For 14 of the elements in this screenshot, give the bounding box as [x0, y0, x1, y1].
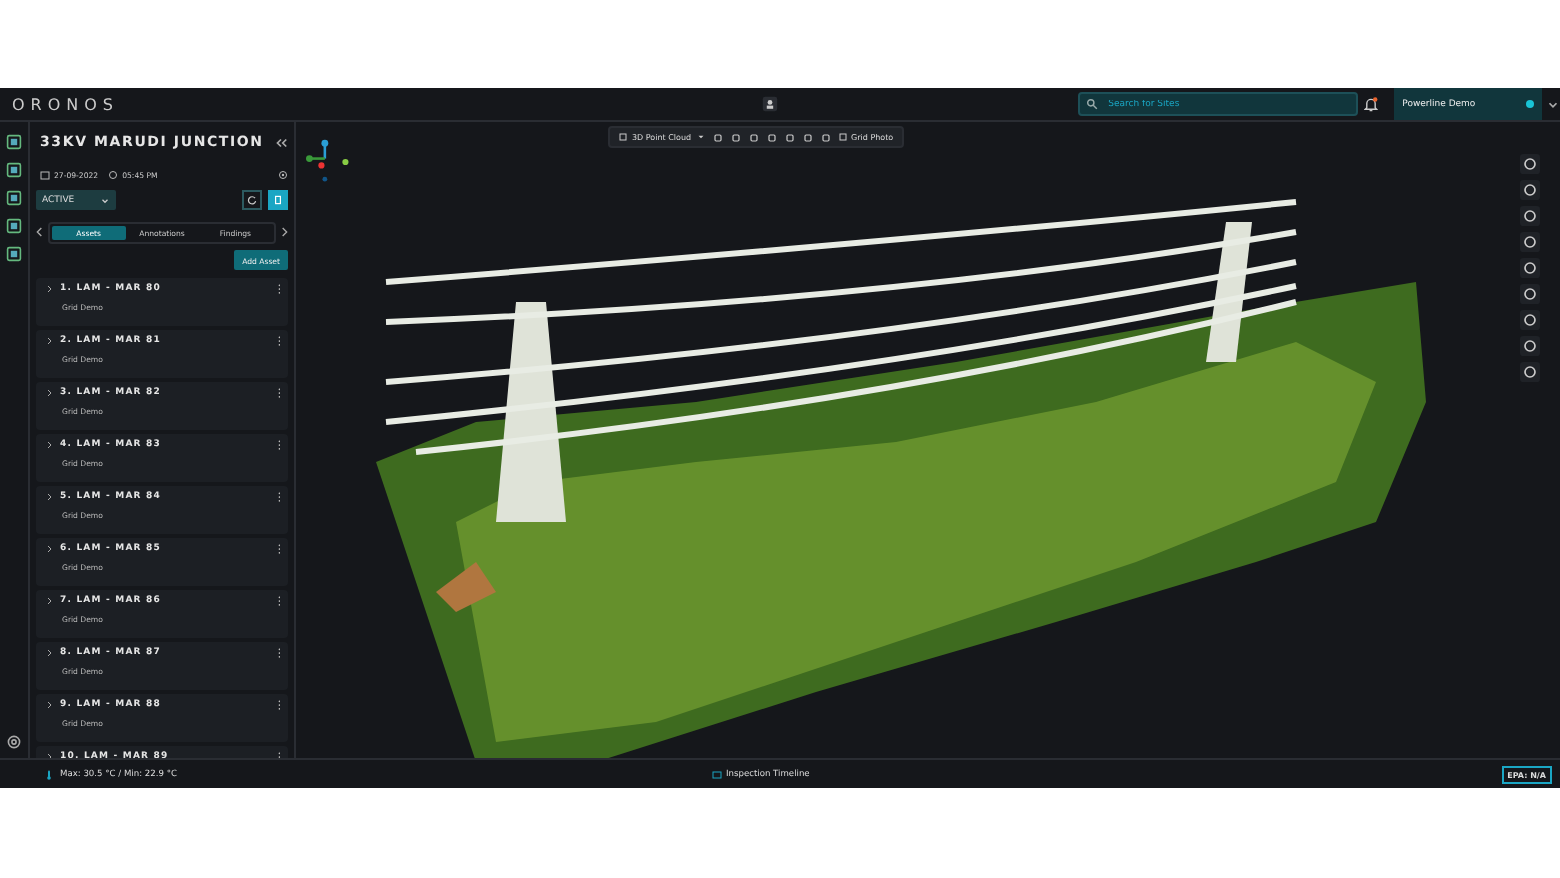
collapse-button[interactable] [274, 135, 288, 149]
notification-bell-icon[interactable] [1364, 95, 1379, 113]
caret-icon [100, 195, 110, 205]
chevron-left-icon[interactable] [36, 226, 44, 238]
settings-icon[interactable] [6, 734, 22, 750]
search-icon [1086, 98, 1099, 110]
caret-icon [695, 132, 706, 142]
app-logo: ORONOS [12, 95, 122, 113]
chevron-right-icon[interactable] [280, 226, 288, 238]
refresh-button[interactable] [242, 190, 262, 210]
double-chevron-icon [274, 135, 288, 149]
settings-icon[interactable] [278, 169, 288, 179]
user-icon[interactable] [762, 96, 779, 112]
caret-icon[interactable] [1546, 97, 1560, 111]
